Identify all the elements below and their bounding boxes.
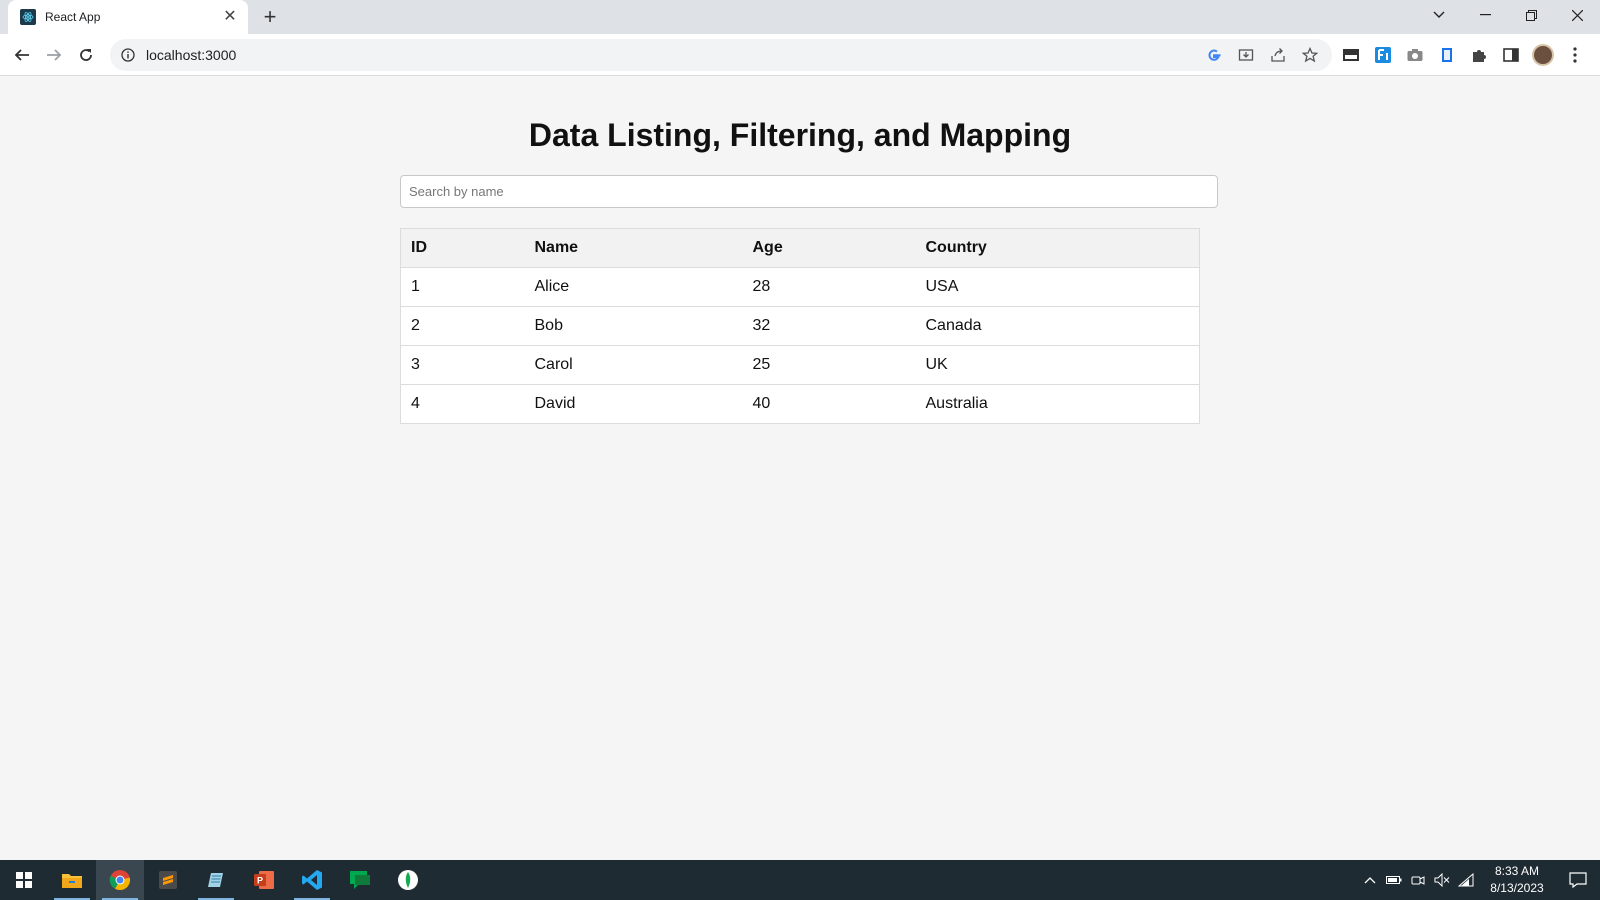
minimize-icon[interactable] (1462, 0, 1508, 30)
site-info-icon[interactable] (120, 47, 136, 63)
address-bar[interactable]: localhost:3000 (110, 39, 1332, 71)
table-row: 4 David 40 Australia (400, 384, 1200, 424)
chrome-icon[interactable] (96, 860, 144, 900)
clock-time: 8:33 AM (1494, 864, 1540, 878)
page-title: Data Listing, Filtering, and Mapping (528, 117, 1072, 153)
browser-toolbar: localhost:3000 (0, 34, 1600, 76)
cell-country: Australia (915, 384, 1200, 424)
notification-center-icon[interactable] (1556, 860, 1600, 900)
menu-kebab-icon[interactable] (1564, 44, 1586, 66)
avatar (1532, 44, 1554, 66)
cell-name: Bob (524, 306, 743, 346)
cell-name: David (524, 384, 743, 424)
cell-age: 40 (742, 384, 916, 424)
document-extension-icon[interactable] (1436, 44, 1458, 66)
taskbar: P 8:33 AM 8/13/2023 (0, 860, 1600, 900)
url-text: localhost:3000 (146, 47, 237, 63)
window-controls (1416, 0, 1600, 30)
vscode-icon[interactable] (288, 860, 336, 900)
restore-icon[interactable] (1508, 0, 1554, 30)
cell-id: 2 (400, 306, 525, 346)
header-name: Name (524, 228, 743, 268)
cell-age: 28 (742, 267, 916, 307)
svg-text:P: P (257, 876, 263, 886)
mongodb-compass-icon[interactable] (384, 860, 432, 900)
tab-close-icon[interactable]: ✕ (222, 9, 238, 25)
clock-date: 8/13/2023 (1490, 881, 1544, 895)
volume-muted-icon[interactable] (1430, 860, 1454, 900)
taskbar-clock[interactable]: 8:33 AM 8/13/2023 (1478, 863, 1556, 897)
chat-app-icon[interactable] (336, 860, 384, 900)
windows-start-icon[interactable] (0, 860, 48, 900)
table-row: 1 Alice 28 USA (400, 267, 1200, 307)
react-favicon-icon (20, 9, 36, 25)
header-country: Country (915, 228, 1200, 268)
cell-country: UK (915, 345, 1200, 385)
cell-country: USA (915, 267, 1200, 307)
address-bar-actions (1204, 45, 1320, 65)
cell-age: 32 (742, 306, 916, 346)
news-extension-icon[interactable] (1340, 44, 1362, 66)
chevron-up-icon[interactable] (1358, 860, 1382, 900)
cell-age: 25 (742, 345, 916, 385)
profile-avatar[interactable] (1532, 44, 1554, 66)
back-arrow-icon[interactable] (10, 43, 34, 67)
new-tab-button[interactable]: + (258, 5, 282, 29)
browser-tab-strip: React App ✕ + (0, 0, 1600, 34)
close-window-icon[interactable] (1554, 0, 1600, 30)
powerpoint-icon[interactable]: P (240, 860, 288, 900)
share-icon[interactable] (1268, 45, 1288, 65)
table-header-row: ID Name Age Country (400, 228, 1200, 268)
tab-search-icon[interactable] (1416, 0, 1462, 30)
reload-icon[interactable] (74, 43, 98, 67)
google-icon[interactable] (1204, 45, 1224, 65)
data-table: ID Name Age Country 1 Alice 28 USA 2 Bob… (400, 228, 1200, 424)
header-age: Age (742, 228, 916, 268)
cell-id: 1 (400, 267, 525, 307)
page-content: Data Listing, Filtering, and Mapping ID … (0, 77, 1600, 859)
tab-react-app[interactable]: React App ✕ (8, 0, 248, 34)
extensions-area (1340, 44, 1586, 66)
extensions-puzzle-icon[interactable] (1468, 44, 1490, 66)
file-explorer-icon[interactable] (48, 860, 96, 900)
side-panel-icon[interactable] (1500, 44, 1522, 66)
meet-now-icon[interactable] (1406, 860, 1430, 900)
header-id: ID (400, 228, 525, 268)
camera-extension-icon[interactable] (1404, 44, 1426, 66)
forward-arrow-icon[interactable] (42, 43, 66, 67)
wifi-icon[interactable] (1454, 860, 1478, 900)
cell-id: 4 (400, 384, 525, 424)
cell-name: Alice (524, 267, 743, 307)
cell-id: 3 (400, 345, 525, 385)
cell-country: Canada (915, 306, 1200, 346)
search-input[interactable] (400, 175, 1218, 208)
system-tray: 8:33 AM 8/13/2023 (1358, 860, 1600, 900)
install-app-icon[interactable] (1236, 45, 1256, 65)
cell-name: Carol (524, 345, 743, 385)
bookmark-star-icon[interactable] (1300, 45, 1320, 65)
tab-title: React App (45, 10, 101, 24)
notepad-icon[interactable] (192, 860, 240, 900)
fi-extension-icon[interactable] (1372, 44, 1394, 66)
sublime-text-icon[interactable] (144, 860, 192, 900)
battery-icon[interactable] (1382, 860, 1406, 900)
table-row: 2 Bob 32 Canada (400, 306, 1200, 346)
table-row: 3 Carol 25 UK (400, 345, 1200, 385)
